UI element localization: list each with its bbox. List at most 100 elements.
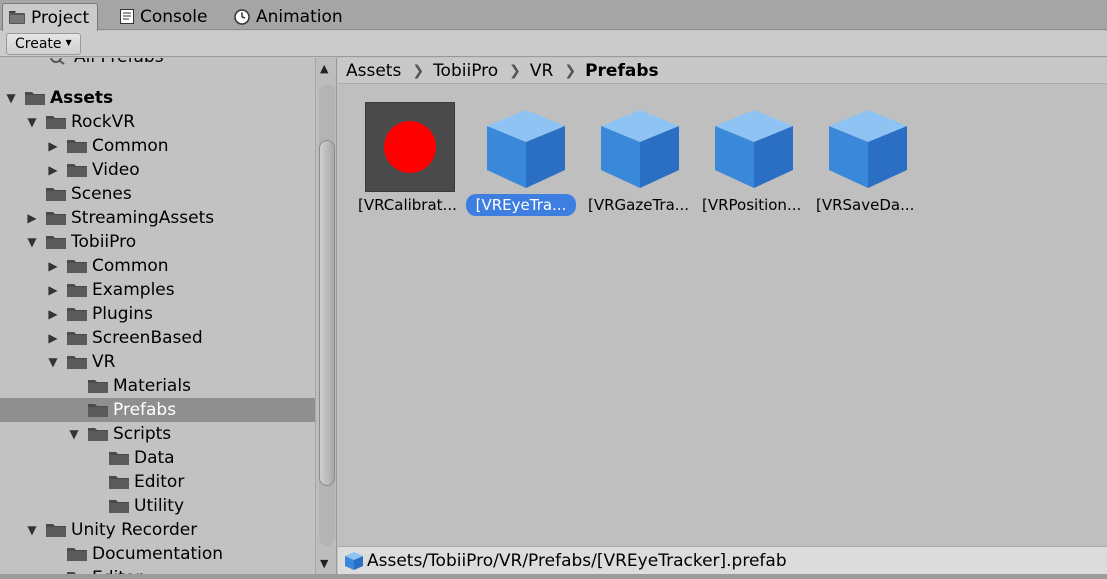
tree-item-label: Plugins: [92, 304, 153, 324]
tree-item-label: Utility: [134, 496, 185, 516]
tree-item-common[interactable]: ▶ Common: [0, 134, 315, 158]
asset-item-vrpositioning[interactable]: [VRPosition...: [692, 98, 806, 218]
tree-item-utility[interactable]: Utility: [0, 494, 315, 518]
selected-asset-path: Assets/TobiiPro/VR/Prefabs/[VREyeTracker…: [367, 550, 787, 571]
blue-cube-icon: [595, 102, 685, 192]
caret-down-icon: ▼: [65, 38, 72, 47]
folder-icon: [45, 234, 67, 250]
tree-item-unity-recorder[interactable]: ▼ Unity Recorder: [0, 518, 315, 542]
tree-item-video[interactable]: ▶ Video: [0, 158, 315, 182]
create-label: Create: [15, 36, 62, 52]
expand-arrow-right-icon[interactable]: ▶: [46, 331, 60, 345]
bottom-edge: [0, 574, 1107, 579]
status-bar: Assets/TobiiPro/VR/Prefabs/[VREyeTracker…: [338, 546, 1107, 574]
expand-arrow-right-icon[interactable]: ▶: [46, 307, 60, 321]
folder-icon: [45, 114, 67, 130]
expand-arrow-down-icon[interactable]: ▼: [25, 523, 39, 537]
tree-item-streamingassets[interactable]: ▶ StreamingAssets: [0, 206, 315, 230]
chevron-right-icon: ❯: [564, 62, 577, 79]
expand-arrow-right-icon[interactable]: ▶: [46, 283, 60, 297]
tree-item-label: TobiiPro: [71, 232, 137, 252]
tree-item-documentation[interactable]: Documentation: [0, 542, 315, 566]
folder-icon: [66, 282, 88, 298]
asset-label: [VREyeTra...: [465, 194, 577, 216]
folder-icon: [66, 330, 88, 346]
expand-arrow-right-icon[interactable]: ▶: [25, 211, 39, 225]
folder-icon: [66, 306, 88, 322]
tab-project[interactable]: Project: [2, 3, 99, 31]
folder-icon: [66, 258, 88, 274]
chevron-right-icon: ❯: [509, 62, 521, 79]
breadcrumb-prefabs[interactable]: Prefabs: [585, 61, 659, 81]
folder-icon: [87, 378, 109, 394]
asset-grid: [VRCalibrat... [VREyeTra... [VRGazeTra..…: [338, 84, 1107, 546]
tree-item-label: Scripts: [113, 424, 172, 444]
expand-arrow-down-icon[interactable]: ▼: [46, 355, 60, 369]
tree-item-materials[interactable]: Materials: [0, 374, 315, 398]
tree-item-vr[interactable]: ▼ VR: [0, 350, 315, 374]
tree-item-label: Prefabs: [113, 400, 177, 420]
tree-item-common[interactable]: ▶ Common: [0, 254, 315, 278]
tree-item-prefabs[interactable]: Prefabs: [0, 398, 315, 422]
tree-item-label: Documentation: [92, 544, 224, 564]
tree-item-label: Editor: [134, 472, 185, 492]
project-toolbar: Create ▼: [0, 31, 1107, 57]
red-dot-icon: [384, 121, 436, 173]
folder-icon: [108, 450, 130, 466]
tab-label: Project: [31, 7, 90, 28]
tree-item-assets[interactable]: ▼ Assets: [0, 86, 315, 110]
folder-icon: [108, 474, 130, 490]
expand-arrow-down-icon[interactable]: ▼: [4, 91, 18, 105]
tree-item-rockvr[interactable]: ▼ RockVR: [0, 110, 315, 134]
console-icon: [120, 9, 134, 24]
expand-arrow-right-icon[interactable]: ▶: [46, 139, 60, 153]
tree-item-tobiipro[interactable]: ▼ TobiiPro: [0, 230, 315, 254]
asset-item-vreyetracker[interactable]: [VREyeTra...: [464, 98, 578, 218]
tree-item-scripts[interactable]: ▼ Scripts: [0, 422, 315, 446]
scroll-up-arrow-icon[interactable]: ▲: [320, 62, 328, 75]
tree-item-examples[interactable]: ▶ Examples: [0, 278, 315, 302]
tree-item-editor[interactable]: Editor: [0, 470, 315, 494]
tab-label: Animation: [256, 6, 343, 27]
breadcrumb: Assets ❯ TobiiPro ❯ VR ❯ Prefabs: [338, 58, 1107, 84]
asset-label: [VRCalibrat...: [358, 196, 457, 214]
expand-arrow-down-icon[interactable]: ▼: [67, 427, 81, 441]
scroll-down-arrow-icon[interactable]: ▼: [320, 557, 328, 570]
folder-icon: [66, 162, 88, 178]
tree-item-label: Materials: [113, 376, 191, 396]
tree-item-label: Data: [134, 448, 175, 468]
window-tab-bar: Project Console Animation: [0, 0, 1107, 31]
tree-item-label: Assets: [50, 88, 114, 108]
prefab-thumbnail: [365, 102, 455, 192]
folder-icon: [87, 426, 109, 442]
blue-cube-icon: [823, 102, 913, 192]
expand-arrow-down-icon[interactable]: ▼: [25, 115, 39, 129]
asset-item-vrgazetrail[interactable]: [VRGazeTra...: [578, 98, 692, 218]
asset-label: [VRPosition...: [702, 196, 802, 214]
folder-icon: [9, 11, 25, 24]
tree-item-data[interactable]: Data: [0, 446, 315, 470]
tree-item-label: Video: [92, 160, 140, 180]
asset-item-vrcalibration[interactable]: [VRCalibrat...: [348, 98, 462, 218]
breadcrumb-assets[interactable]: Assets: [346, 61, 401, 81]
tree-item-plugins[interactable]: ▶ Plugins: [0, 302, 315, 326]
expand-arrow-down-icon[interactable]: ▼: [25, 235, 39, 249]
tree-item-scenes[interactable]: Scenes: [0, 182, 315, 206]
folder-icon: [66, 138, 88, 154]
tab-animation[interactable]: Animation: [228, 3, 351, 30]
expand-arrow-right-icon[interactable]: ▶: [46, 259, 60, 273]
tree-item-screenbased[interactable]: ▶ ScreenBased: [0, 326, 315, 350]
tree-item-partial[interactable]: All Prefabs: [0, 58, 315, 69]
tree-item-label: Unity Recorder: [71, 520, 198, 540]
tree-scrollbar[interactable]: ▲ ▼: [315, 58, 337, 574]
breadcrumb-vr[interactable]: VR: [530, 61, 553, 81]
folder-icon: [45, 210, 67, 226]
tree-item-label: RockVR: [71, 112, 136, 132]
create-dropdown-button[interactable]: Create ▼: [6, 33, 81, 55]
tab-console[interactable]: Console: [114, 3, 216, 30]
asset-item-vrsavedata[interactable]: [VRSaveDa...: [806, 98, 920, 218]
folder-icon: [66, 354, 88, 370]
expand-arrow-right-icon[interactable]: ▶: [46, 163, 60, 177]
scroll-thumb[interactable]: [319, 140, 335, 486]
breadcrumb-tobiipro[interactable]: TobiiPro: [433, 61, 498, 81]
